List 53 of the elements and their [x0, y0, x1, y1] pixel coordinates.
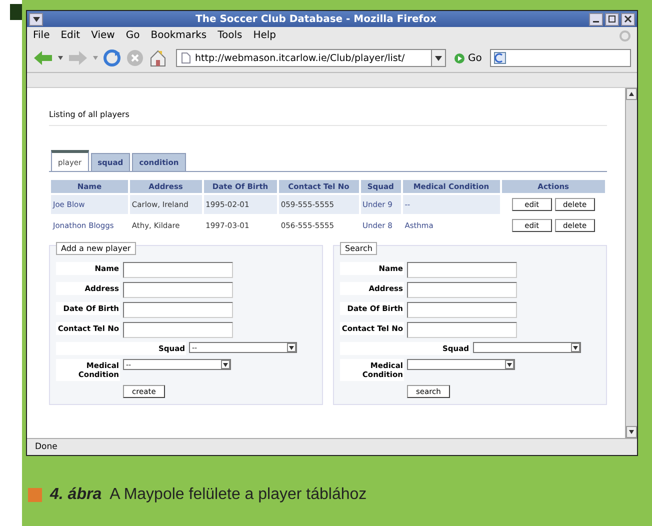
address-field[interactable]: http://webmason.itcarlow.ie/Club/player/list/ — [176, 49, 446, 67]
back-icon[interactable] — [33, 50, 53, 66]
close-button[interactable] — [621, 12, 635, 26]
text-field[interactable] — [123, 262, 233, 278]
window-title: The Soccer Club Database - Mozilla Firefox — [194, 14, 438, 24]
go-button[interactable]: Go — [451, 52, 485, 64]
select-field[interactable] — [473, 342, 581, 353]
figure-number: 4. ábra — [50, 486, 102, 504]
menu-item[interactable]: Bookmarks — [150, 30, 207, 41]
text-field[interactable] — [407, 302, 517, 318]
form-legend: Search — [340, 242, 378, 255]
page-icon — [181, 52, 191, 64]
menu-item[interactable]: Tools — [218, 30, 242, 41]
menu-item[interactable]: Go — [126, 30, 140, 41]
form-legend: Add a new player — [56, 242, 136, 255]
search-field[interactable] — [490, 49, 631, 67]
figure-caption: A Maypole felülete a player táblához — [110, 486, 367, 504]
corner-mark — [10, 4, 22, 20]
window-menu-button[interactable] — [29, 12, 43, 26]
scrollbar[interactable] — [625, 88, 637, 438]
maximize-button[interactable] — [605, 12, 619, 26]
caret-icon — [289, 346, 294, 350]
throbber-icon — [619, 30, 631, 42]
menu-item[interactable]: View — [91, 30, 115, 41]
status-text: Done — [27, 438, 637, 455]
dropdown-button[interactable] — [431, 50, 445, 66]
search-engine-icon — [494, 52, 506, 64]
page-heading: Listing of all players — [49, 98, 607, 126]
reload-icon[interactable] — [103, 49, 121, 67]
minimize-button[interactable] — [589, 12, 603, 26]
text-field[interactable] — [407, 262, 517, 278]
home-icon[interactable] — [149, 49, 167, 67]
caret-icon — [223, 362, 228, 366]
caret-icon — [435, 56, 442, 60]
play-icon — [454, 52, 465, 64]
menu-item[interactable]: Edit — [60, 30, 80, 41]
bullet-icon — [28, 488, 42, 502]
dropdown-icon[interactable] — [58, 56, 63, 60]
caret-icon — [507, 362, 512, 366]
text-field[interactable] — [123, 282, 233, 298]
select-field[interactable] — [407, 359, 515, 370]
maximize-icon — [608, 15, 616, 23]
scroll-down-icon[interactable] — [629, 430, 634, 434]
caret-icon — [573, 346, 578, 350]
text-field[interactable] — [123, 302, 233, 318]
scroll-up-icon[interactable] — [629, 92, 634, 96]
close-icon — [624, 15, 632, 23]
text-field[interactable] — [123, 322, 233, 338]
text-field[interactable] — [407, 282, 517, 298]
menu-item[interactable]: File — [33, 30, 50, 41]
caret-icon — [32, 16, 40, 22]
menu-item[interactable]: Help — [253, 30, 276, 41]
text-field[interactable] — [407, 322, 517, 338]
